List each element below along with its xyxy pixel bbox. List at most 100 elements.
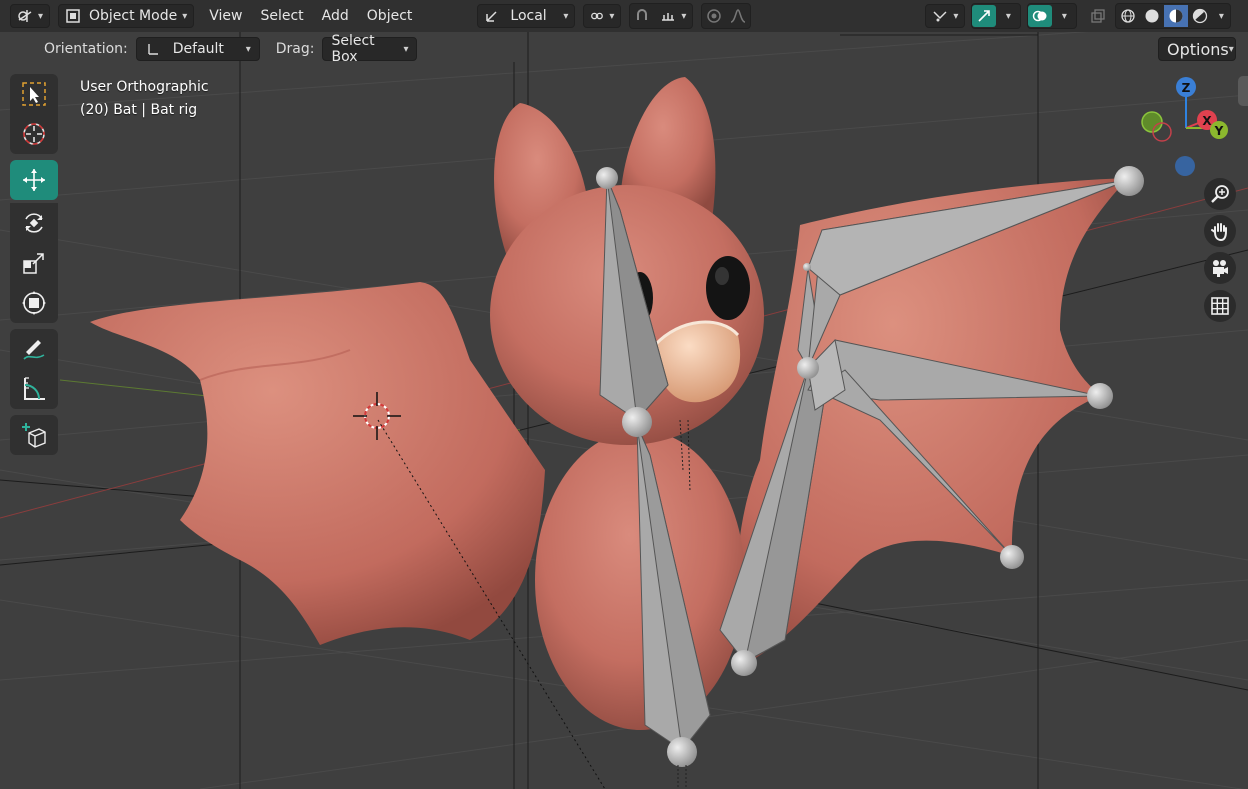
editor-type-dropdown[interactable]: ▾ [10, 4, 50, 28]
orientation-dropdown[interactable]: Default ▾ [135, 37, 260, 61]
options-dropdown[interactable]: Options ▾ [1158, 37, 1236, 61]
object-mode-icon [66, 9, 80, 23]
shading-material-icon [1169, 9, 1183, 23]
transform-icon [22, 291, 46, 315]
zoom-icon [1211, 185, 1229, 203]
proportional-edit-icon [707, 9, 722, 23]
xray-toggle[interactable] [1085, 4, 1111, 28]
move-icon [23, 169, 45, 191]
drag-label: Drag: [275, 41, 315, 57]
overlay-group: ▾ [1027, 3, 1078, 29]
measure-icon [24, 377, 45, 400]
chevron-down-icon: ▾ [1005, 10, 1011, 22]
snap-target-dropdown[interactable]: ▾ [654, 5, 692, 27]
menu-view[interactable]: View [200, 4, 251, 28]
annotate-icon [23, 340, 45, 360]
overlay-toggle[interactable] [1028, 5, 1053, 27]
overlay-dropdown[interactable]: ▾ [1052, 5, 1076, 27]
chevron-down-icon: ▾ [953, 10, 959, 22]
chevron-down-icon: ▾ [37, 10, 43, 22]
shading-rendered-icon [1193, 8, 1208, 24]
mode-dropdown[interactable]: Object Mode ▾ [58, 4, 195, 28]
tool-scale[interactable] [10, 243, 58, 283]
chevron-down-icon: ▾ [245, 43, 251, 55]
navigation-gizmo: Z X Y [1141, 77, 1228, 176]
orientation-value: Default [172, 41, 224, 57]
gizmo-toggle[interactable] [972, 5, 997, 27]
shading-options-dropdown[interactable]: ▾ [1212, 5, 1230, 27]
left-wing [90, 282, 545, 645]
chevron-down-icon: ▾ [609, 10, 615, 22]
chevron-down-icon: ▾ [563, 10, 569, 22]
grid-icon [1211, 297, 1229, 315]
drag-value: Select Box [331, 33, 375, 65]
editor-type-icon [18, 10, 32, 22]
camera-view-button[interactable] [1204, 252, 1236, 284]
cursor-icon [23, 123, 45, 145]
snap-icon [637, 9, 648, 20]
orientation-axes-icon [148, 44, 158, 55]
chevron-down-icon: ▾ [182, 10, 188, 22]
add-cube-icon [22, 423, 46, 448]
zoom-button[interactable] [1204, 178, 1236, 210]
overlay-icon [1033, 10, 1047, 22]
tool-select-box[interactable] [10, 74, 58, 114]
pan-button[interactable] [1204, 215, 1236, 247]
transform-orientation-dropdown[interactable]: Local ▾ [477, 4, 576, 28]
chevron-down-icon: ▾ [403, 43, 409, 55]
tool-transform[interactable] [10, 283, 58, 323]
shading-rendered[interactable] [1188, 5, 1212, 27]
snapping-group: ▾ [629, 3, 694, 29]
chevron-down-icon: ▾ [681, 10, 687, 22]
drag-dropdown[interactable]: Select Box ▾ [322, 33, 418, 65]
chevron-down-icon: ▾ [1228, 43, 1234, 55]
chevron-down-icon: ▾ [1061, 10, 1067, 22]
xray-icon [1091, 9, 1106, 23]
local-axes-icon [486, 11, 497, 22]
gizmo-group: ▾ [971, 3, 1022, 29]
falloff-icon [731, 9, 746, 23]
scale-icon [23, 253, 44, 274]
tool-settings-bar: Orientation: Default ▾ Drag: Select Box … [44, 33, 418, 65]
snap-increment-icon [662, 13, 675, 21]
hand-icon [1211, 223, 1227, 241]
select-box-icon [22, 82, 46, 106]
gizmo-z-label: Z [1182, 81, 1191, 95]
menu-add[interactable]: Add [313, 4, 358, 28]
menu-object[interactable]: Object [358, 4, 422, 28]
tool-rotate[interactable] [10, 203, 58, 243]
proportional-group [701, 3, 752, 29]
gizmo-x-label: X [1202, 114, 1212, 128]
sidebar-toggle-tab[interactable] [1238, 76, 1248, 106]
visibility-icon [933, 11, 947, 22]
pivot-point-dropdown[interactable]: ▾ [583, 4, 622, 28]
orientation-label: Orientation: [44, 41, 128, 57]
selectability-visibility-dropdown[interactable]: ▾ [925, 4, 966, 28]
snap-toggle[interactable] [630, 5, 654, 27]
viewport-info: User Orthographic (20) Bat | Bat rig [80, 76, 209, 122]
3d-viewport[interactable]: Z X Y ▾ Object Mode ▾ View Select Add Ob… [0, 0, 1248, 789]
mode-label: Object Mode [89, 8, 178, 24]
perspective-toggle-button[interactable] [1204, 290, 1236, 322]
shading-wireframe[interactable] [1116, 5, 1140, 27]
transform-space-label: Local [510, 8, 547, 24]
options-label: Options [1167, 39, 1229, 59]
proportional-edit-toggle[interactable] [702, 5, 726, 27]
shading-solid[interactable] [1140, 5, 1164, 27]
tool-annotate[interactable] [10, 329, 58, 369]
chevron-down-icon: ▾ [1218, 10, 1224, 22]
menu-select[interactable]: Select [251, 4, 312, 28]
shading-material[interactable] [1164, 5, 1189, 27]
view-name: User Orthographic [80, 79, 209, 95]
camera-icon [1213, 260, 1228, 277]
tool-shelf [10, 74, 58, 455]
falloff-dropdown[interactable] [726, 5, 750, 27]
tool-add-cube[interactable] [10, 415, 58, 455]
tool-measure[interactable] [10, 369, 58, 409]
rotate-icon [25, 213, 43, 233]
tool-move[interactable] [10, 160, 58, 200]
shading-group: ▾ [1115, 3, 1232, 29]
gizmo-dropdown[interactable]: ▾ [996, 5, 1020, 27]
right-eye [706, 256, 750, 320]
tool-cursor[interactable] [10, 114, 58, 154]
